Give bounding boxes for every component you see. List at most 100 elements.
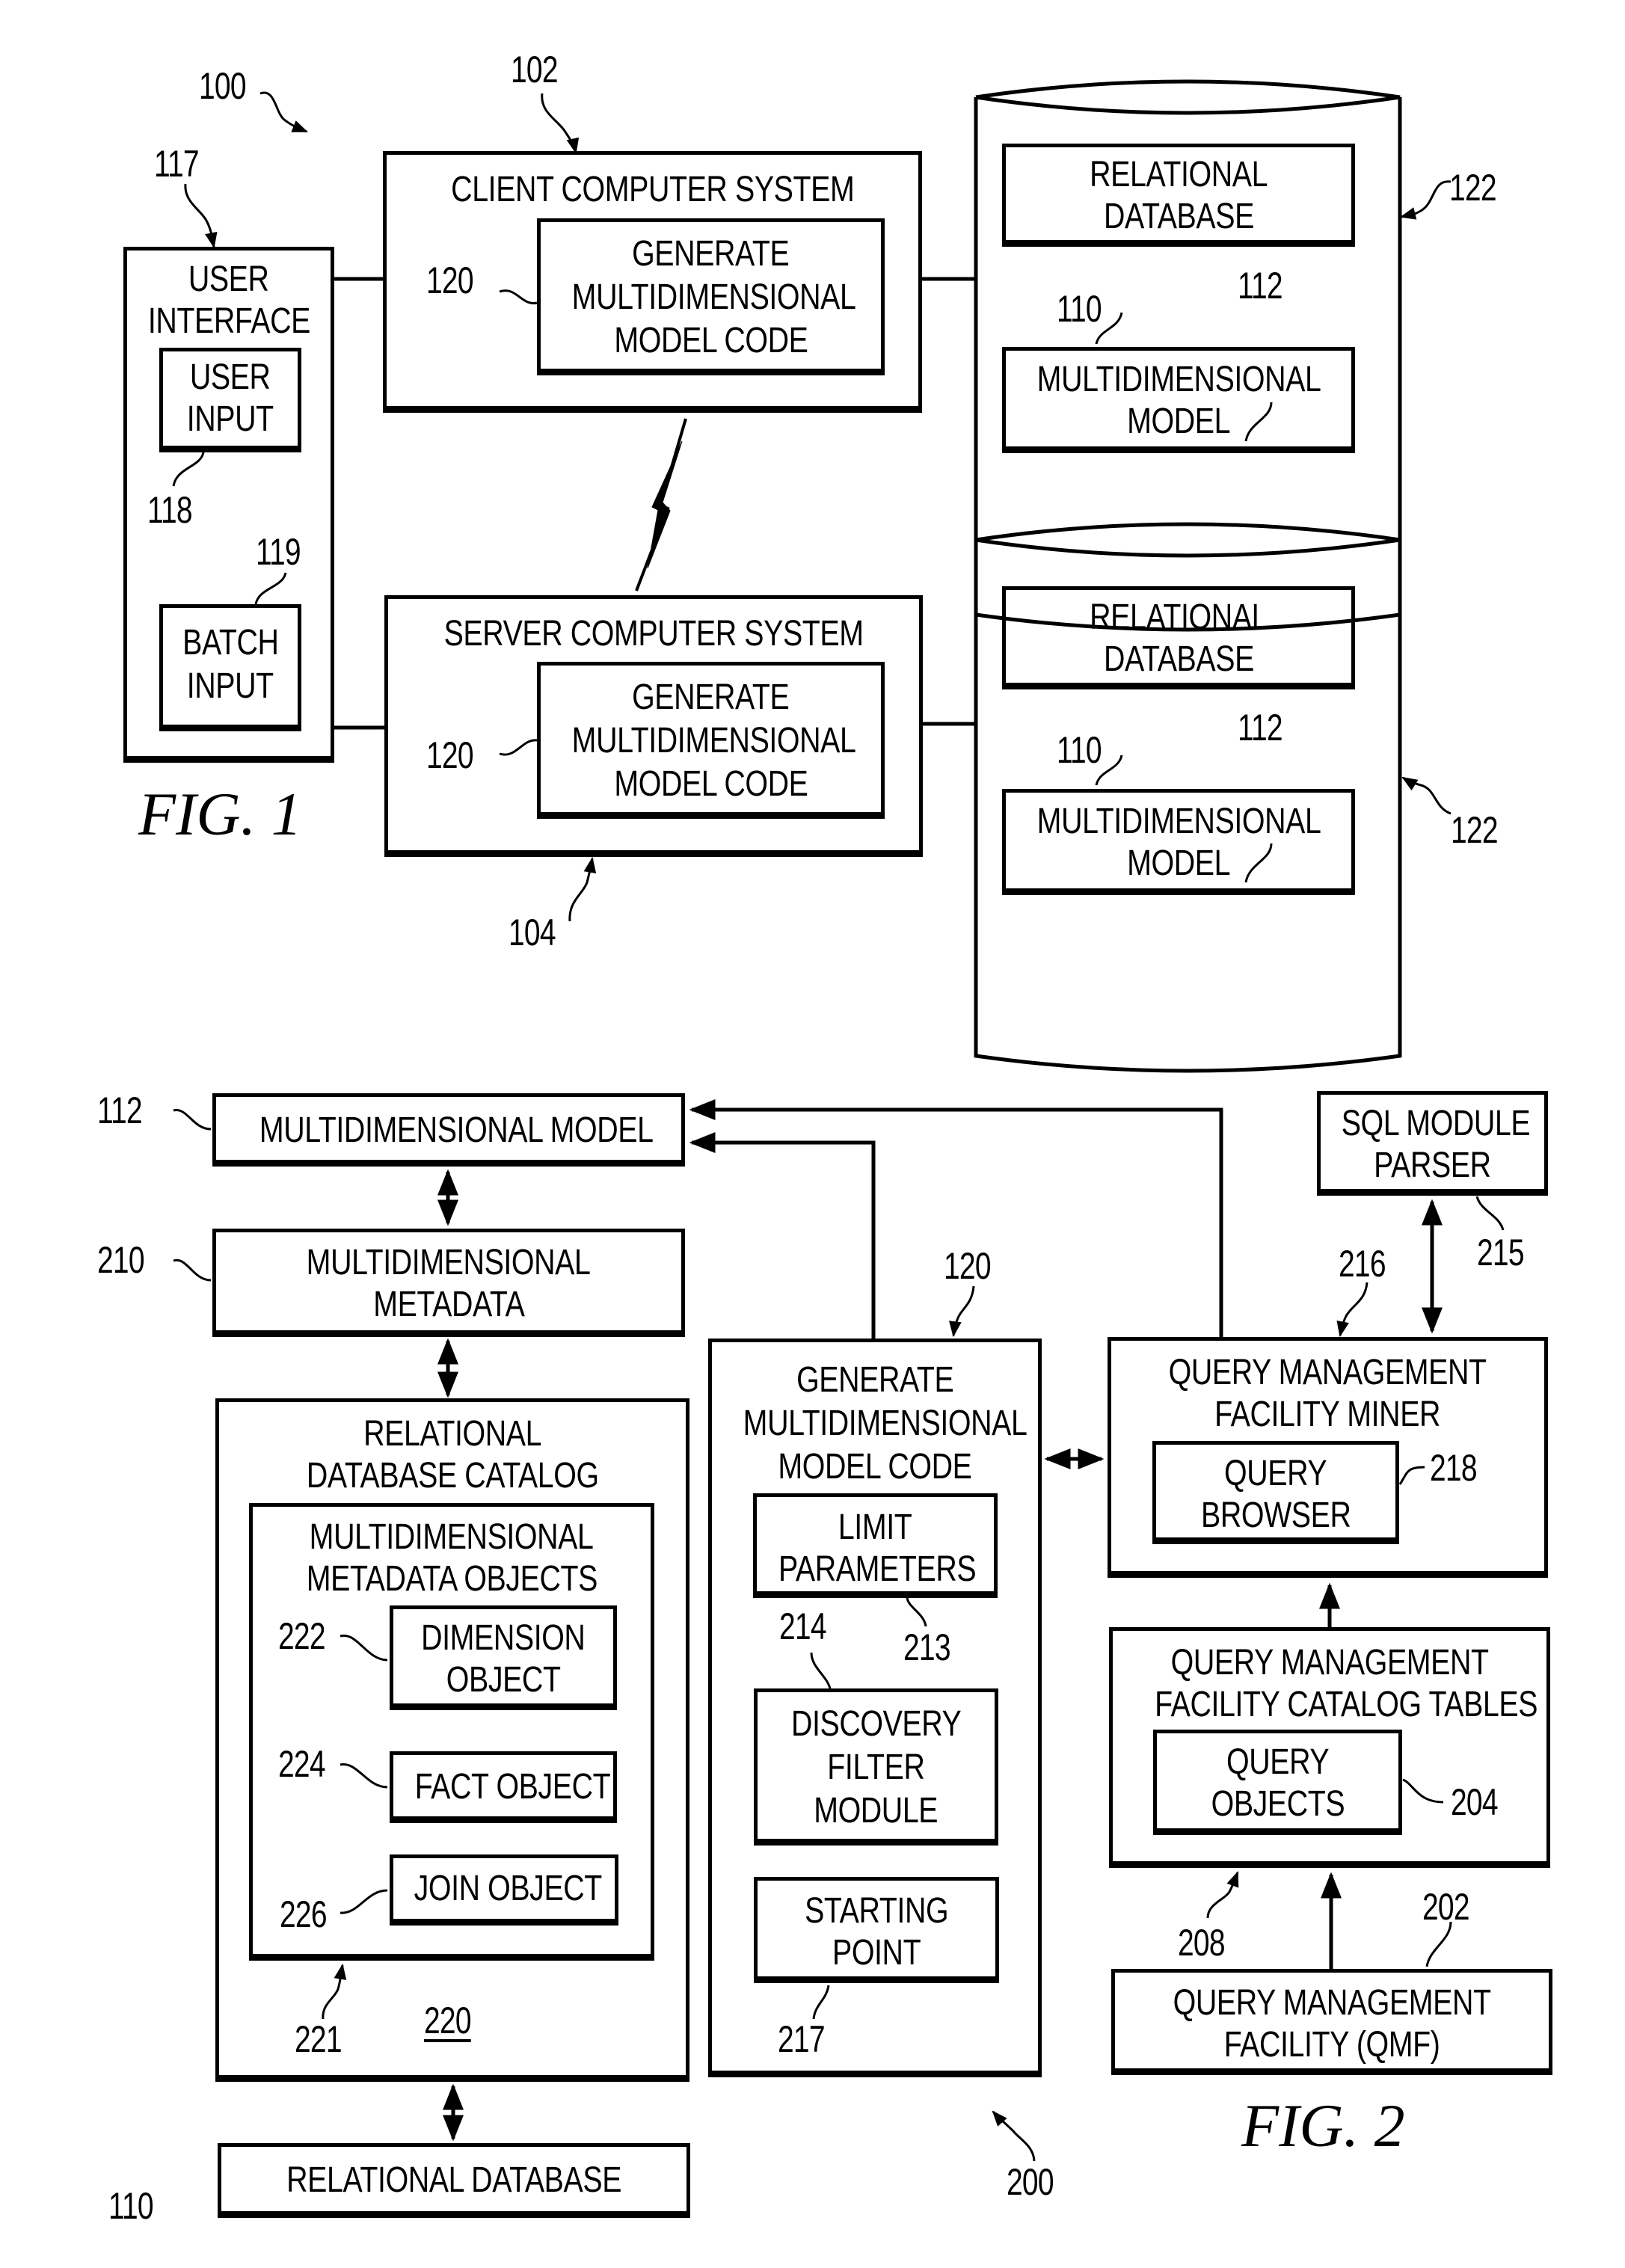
discovery-line3: MODULE bbox=[814, 1791, 939, 1831]
server-title: SERVER COMPUTER SYSTEM bbox=[443, 614, 864, 654]
ref-213: 213 bbox=[903, 1626, 951, 1668]
ref-122-top: 122 bbox=[1449, 167, 1497, 209]
md-objects-line2: METADATA OBJECTS bbox=[306, 1559, 598, 1599]
miner-to-model-arrow bbox=[689, 1099, 1223, 1339]
gen-to-model-arrow bbox=[689, 1132, 876, 1339]
ref-120-f2: 120 bbox=[944, 1245, 992, 1287]
limit-line2: PARAMETERS bbox=[778, 1549, 977, 1589]
ref-117: 117 bbox=[154, 143, 200, 185]
rdb-catalog-line2: DATABASE CATALOG bbox=[306, 1456, 599, 1496]
query-browser-box: QUERY BROWSER bbox=[1152, 1441, 1399, 1544]
ref-119: 119 bbox=[256, 531, 301, 573]
starting-point-box: STARTING POINT bbox=[754, 1877, 999, 1983]
gen-code-line2: MULTIDIMENSIONAL bbox=[743, 1404, 1027, 1443]
gen-code-line1: GENERATE bbox=[796, 1360, 954, 1400]
ref-112-bottom: 112 bbox=[1238, 707, 1283, 749]
qmf-miner-line2: FACILITY MINER bbox=[1214, 1395, 1441, 1434]
ref-104: 104 bbox=[509, 912, 556, 953]
ref-122-bottom: 122 bbox=[1451, 809, 1499, 851]
ref-leader-200 bbox=[992, 2110, 1036, 2162]
ref-leader-120-f2 bbox=[949, 1285, 975, 1338]
ref-200: 200 bbox=[1007, 2161, 1054, 2203]
client-title: CLIENT COMPUTER SYSTEM bbox=[450, 170, 855, 209]
ref-202: 202 bbox=[1422, 1886, 1470, 1928]
ref-120-client: 120 bbox=[426, 259, 474, 301]
mdm-bottom-line2: MODEL bbox=[1127, 843, 1230, 883]
join-label: JOIN OBJECT bbox=[414, 1869, 603, 1908]
ref-100: 100 bbox=[199, 65, 247, 107]
ref-leader-210 bbox=[173, 1259, 212, 1282]
qmf-line2: FACILITY (QMF) bbox=[1223, 2025, 1440, 2065]
ref-leader-102 bbox=[541, 93, 580, 155]
ref-208: 208 bbox=[1178, 1922, 1226, 1964]
dimension-object-box: DIMENSION OBJECT bbox=[390, 1605, 617, 1710]
ref-216: 216 bbox=[1339, 1243, 1386, 1285]
figure-2-caption: FIG. 2 bbox=[1241, 2092, 1405, 2160]
multidimensional-metadata-box: MULTIDIMENSIONAL METADATA bbox=[212, 1229, 685, 1337]
ref-222: 222 bbox=[278, 1615, 326, 1657]
discovery-filter-module-box: DISCOVERY FILTER MODULE bbox=[754, 1688, 998, 1846]
ref-217: 217 bbox=[778, 2018, 826, 2060]
ref-leader-215 bbox=[1475, 1196, 1505, 1231]
ref-118: 118 bbox=[147, 489, 193, 531]
batch-input-line2: INPUT bbox=[186, 666, 274, 706]
client-code-line2: MULTIDIMENSIONAL bbox=[571, 277, 856, 317]
qmf-catalog-line1: QUERY MANAGEMENT bbox=[1170, 1643, 1489, 1682]
user-input-line1: USER bbox=[190, 357, 271, 397]
multidimensional-model-box-top: MULTIDIMENSIONAL MODEL bbox=[1002, 347, 1355, 453]
user-input-box: USER INPUT bbox=[159, 348, 301, 452]
ref-leader-100 bbox=[259, 91, 308, 133]
ref-leader-208 bbox=[1206, 1871, 1239, 1919]
multidimensional-model-box-bottom: MULTIDIMENSIONAL MODEL bbox=[1002, 789, 1355, 895]
user-interface-title-1: USER bbox=[188, 259, 269, 299]
ref-leader-202 bbox=[1425, 1921, 1452, 1967]
mdm-top-line1: MULTIDIMENSIONAL bbox=[1036, 360, 1321, 399]
rdb-bottom-line2: DATABASE bbox=[1103, 639, 1254, 679]
server-code-line2: MULTIDIMENSIONAL bbox=[571, 721, 856, 760]
network-link-icon bbox=[635, 418, 687, 591]
ref-221: 221 bbox=[295, 2018, 342, 2060]
discovery-line1: DISCOVERY bbox=[790, 1704, 962, 1744]
ref-leader-112-f2 bbox=[173, 1109, 212, 1131]
dimension-line1: DIMENSION bbox=[421, 1618, 586, 1658]
ref-leader-122a bbox=[1399, 180, 1452, 220]
ref-220: 220 bbox=[424, 2000, 472, 2041]
ref-110-top: 110 bbox=[1057, 288, 1102, 330]
sql-line1: SQL MODULE bbox=[1341, 1104, 1531, 1143]
ref-224: 224 bbox=[278, 1743, 326, 1785]
user-interface-title-2: INTERFACE bbox=[147, 301, 310, 341]
ref-120-server: 120 bbox=[426, 734, 474, 776]
ref-leader-122b bbox=[1401, 776, 1452, 815]
md-objects-line1: MULTIDIMENSIONAL bbox=[310, 1517, 594, 1557]
query-objects-line1: QUERY bbox=[1226, 1742, 1330, 1782]
relational-database-box-top: RELATIONAL DATABASE bbox=[1002, 144, 1355, 247]
client-code-line1: GENERATE bbox=[632, 234, 790, 274]
limit-parameters-box: LIMIT PARAMETERS bbox=[753, 1493, 998, 1598]
starting-line1: STARTING bbox=[804, 1891, 949, 1931]
client-code-line3: MODEL CODE bbox=[613, 321, 808, 360]
fact-object-box: FACT OBJECT bbox=[390, 1751, 617, 1823]
sql-line2: PARSER bbox=[1374, 1146, 1491, 1185]
batch-input-box: BATCH INPUT bbox=[159, 604, 301, 731]
ref-112-f2: 112 bbox=[97, 1090, 143, 1131]
figure-1-caption: FIG. 1 bbox=[138, 780, 302, 848]
ref-215: 215 bbox=[1477, 1232, 1525, 1273]
batch-input-line1: BATCH bbox=[182, 623, 279, 663]
ref-leader-117 bbox=[184, 183, 218, 249]
mdm-bottom-line1: MULTIDIMENSIONAL bbox=[1036, 802, 1321, 841]
ref-110-bottom: 110 bbox=[1057, 729, 1102, 771]
discovery-line2: FILTER bbox=[827, 1748, 925, 1787]
join-object-box: JOIN OBJECT bbox=[390, 1854, 618, 1926]
ref-leader-216 bbox=[1336, 1282, 1368, 1338]
relational-database-box-bottom: RELATIONAL DATABASE bbox=[1002, 586, 1355, 689]
relational-db-label: RELATIONAL DATABASE bbox=[286, 2160, 621, 2200]
qmf-line1: QUERY MANAGEMENT bbox=[1173, 1983, 1491, 2023]
server-generate-code-box: GENERATE MULTIDIMENSIONAL MODEL CODE bbox=[537, 662, 885, 819]
ref-210: 210 bbox=[97, 1239, 145, 1281]
multidimensional-model-box: MULTIDIMENSIONAL MODEL bbox=[212, 1093, 685, 1167]
ref-204: 204 bbox=[1451, 1781, 1499, 1823]
ref-102: 102 bbox=[511, 49, 559, 90]
query-objects-box: QUERY OBJECTS bbox=[1153, 1730, 1402, 1835]
ref-leader-104 bbox=[568, 856, 597, 922]
dimension-line2: OBJECT bbox=[446, 1660, 561, 1700]
